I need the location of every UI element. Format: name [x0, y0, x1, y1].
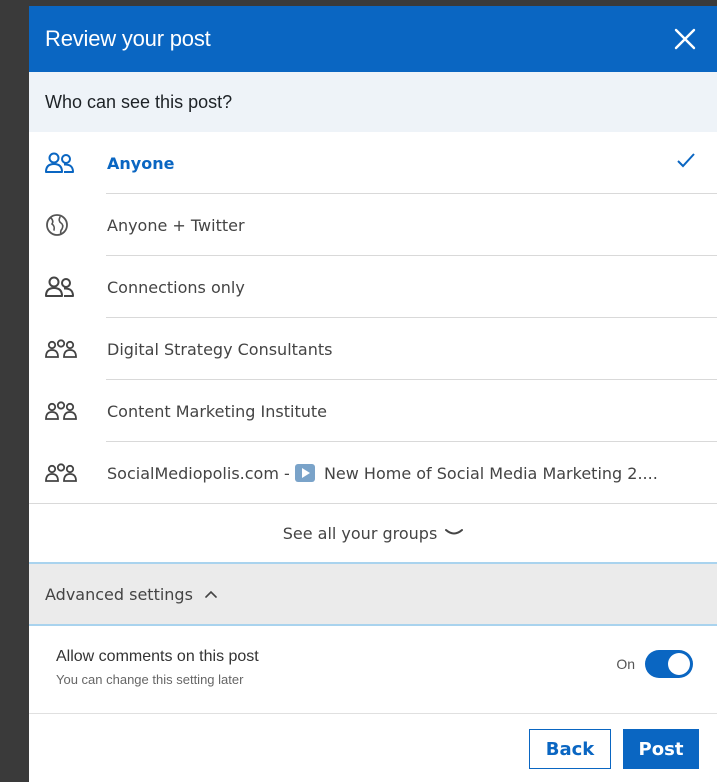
option-anyone-twitter[interactable]: Anyone + Twitter	[29, 194, 717, 256]
option-label: Digital Strategy Consultants	[107, 339, 333, 359]
chevron-up-icon	[205, 590, 217, 598]
review-post-dialog: Review your post Who can see this post? …	[29, 6, 717, 782]
people-icon	[45, 150, 85, 176]
option-label-suffix: New Home of Social Media Marketing 2....	[318, 463, 658, 483]
option-group-socialmediopolis[interactable]: SocialMediopolis.com - New Home of Socia…	[29, 442, 717, 504]
dialog-header: Review your post	[29, 6, 717, 72]
allow-comments-title: Allow comments on this post	[56, 648, 259, 665]
option-group-content-marketing[interactable]: Content Marketing Institute	[29, 380, 717, 442]
see-all-groups-button[interactable]: See all your groups	[29, 504, 717, 564]
comments-toggle-group: On	[616, 650, 693, 678]
option-label: SocialMediopolis.com - New Home of Socia…	[107, 463, 717, 483]
close-button[interactable]	[669, 23, 701, 55]
option-anyone[interactable]: Anyone	[29, 132, 717, 194]
group-icon	[45, 460, 85, 486]
option-label: Connections only	[107, 277, 245, 297]
people-icon	[45, 274, 85, 300]
group-icon	[45, 336, 85, 362]
close-icon	[674, 28, 696, 50]
globe-icon	[45, 212, 85, 238]
toggle-state-label: On	[616, 656, 635, 672]
play-badge-icon	[294, 463, 315, 482]
allow-comments-toggle[interactable]	[645, 650, 693, 678]
advanced-settings-label: Advanced settings	[45, 584, 193, 604]
option-label: Anyone + Twitter	[107, 215, 245, 235]
dialog-title: Review your post	[45, 26, 211, 51]
toggle-knob	[668, 653, 690, 675]
group-icon	[45, 398, 85, 424]
visibility-question: Who can see this post?	[29, 72, 717, 132]
option-label: Content Marketing Institute	[107, 401, 327, 421]
back-button[interactable]: Back	[529, 729, 611, 769]
allow-comments-setting: Allow comments on this post You can chan…	[29, 626, 717, 714]
option-connections-only[interactable]: Connections only	[29, 256, 717, 318]
dialog-footer: Back Post	[29, 714, 717, 782]
chevron-down-icon	[445, 529, 464, 535]
allow-comments-subtitle: You can change this setting later	[56, 672, 244, 687]
advanced-settings-toggle[interactable]: Advanced settings	[29, 564, 717, 626]
checkmark-icon	[677, 152, 695, 172]
post-button[interactable]: Post	[623, 729, 699, 769]
option-label: Anyone	[107, 153, 175, 173]
option-label-prefix: SocialMediopolis.com -	[107, 463, 295, 483]
see-all-label: See all your groups	[282, 523, 438, 543]
option-group-digital-strategy[interactable]: Digital Strategy Consultants	[29, 318, 717, 380]
